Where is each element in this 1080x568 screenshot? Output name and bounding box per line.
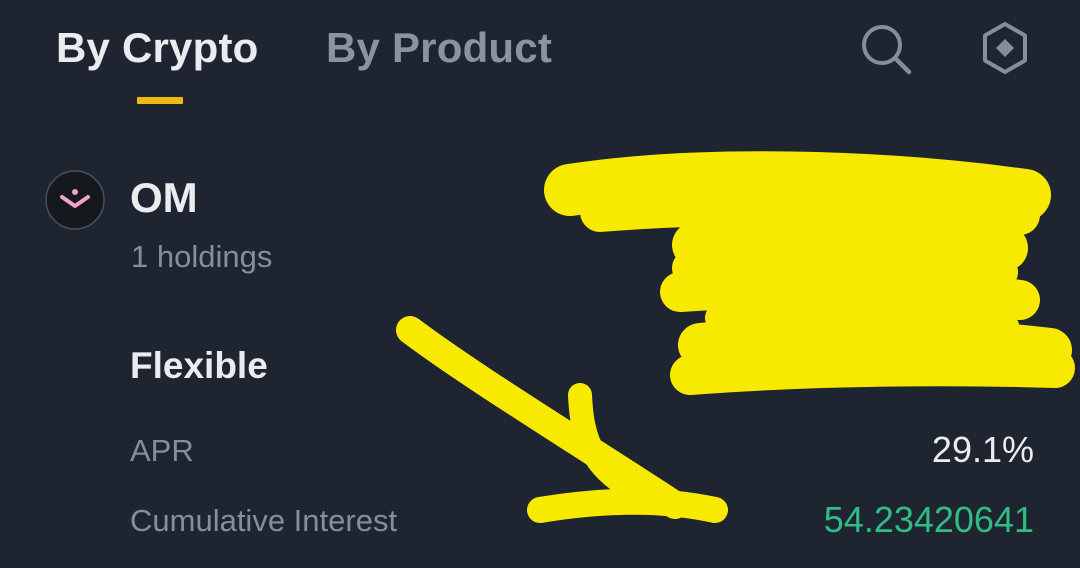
apr-value: 29.1% [931,429,1034,470]
hexagon-settings-icon [983,22,1027,74]
asset-holdings-count: 1 holdings [131,239,273,274]
om-logo-icon [45,170,105,230]
redaction-scribble [544,151,1075,395]
settings-button[interactable] [977,20,1033,76]
cumulative-interest-label: Cumulative Interest [130,503,398,538]
asset-symbol[interactable]: OM [130,172,198,224]
tab-by-product[interactable]: By Product [326,22,552,74]
arrow-annotation [396,316,728,523]
tab-bar: By Crypto By Product [0,0,1080,110]
apr-label: APR [130,433,194,468]
active-tab-indicator [137,97,183,104]
product-type-title: Flexible [130,345,268,386]
search-button[interactable] [857,20,913,76]
cumulative-interest-value: 54.23420641 [823,499,1034,540]
tab-by-crypto[interactable]: By Crypto [56,22,259,74]
search-icon [862,25,912,75]
